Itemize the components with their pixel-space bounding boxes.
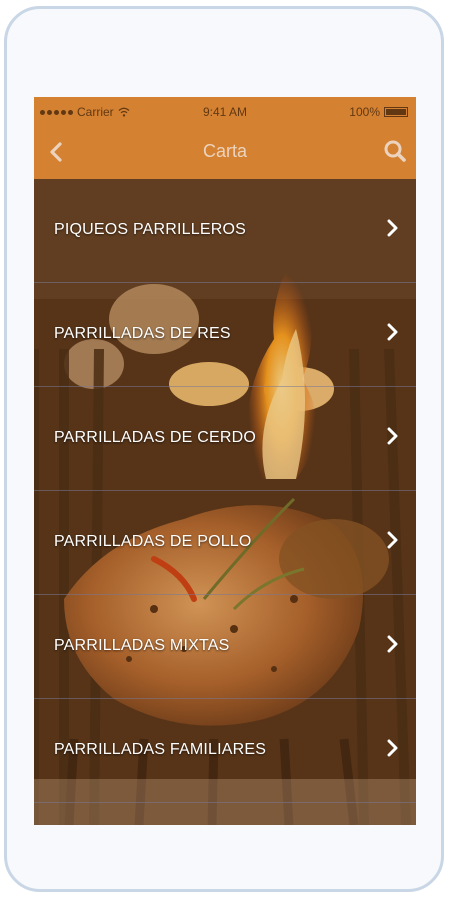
app-screen: Carrier 9:41 AM 100% Carta PIQUEOS PARRI… bbox=[34, 97, 416, 825]
menu-item-parrilladas-familiares[interactable]: PARRILLADAS FAMILIARES bbox=[34, 699, 416, 803]
menu-item-label: PIQUEOS PARRILLEROS bbox=[54, 221, 247, 238]
menu-item-parrilladas-de-cerdo[interactable]: PARRILLADAS DE CERDO bbox=[34, 387, 416, 491]
chevron-right-icon bbox=[387, 427, 398, 445]
chevron-right-icon bbox=[387, 635, 398, 653]
menu-item-parrilladas-mixtas[interactable]: PARRILLADAS MIXTAS bbox=[34, 595, 416, 699]
menu-item-label: PARRILLADAS DE CERDO bbox=[54, 429, 256, 446]
menu-item-label: PARRILLADAS DE RES bbox=[54, 325, 231, 342]
chevron-right-icon bbox=[387, 323, 398, 341]
menu-item-parrilladas-de-res[interactable]: PARRILLADAS DE RES bbox=[34, 283, 416, 387]
chevron-right-icon bbox=[387, 219, 398, 237]
chevron-right-icon bbox=[387, 739, 398, 757]
menu-list: PIQUEOS PARRILLEROS PARRILLADAS DE RES P… bbox=[34, 179, 416, 825]
menu-item-label: PARRILLADAS DE POLLO bbox=[54, 533, 252, 550]
chevron-right-icon bbox=[387, 531, 398, 549]
menu-item-label: PARRILLADAS MIXTAS bbox=[54, 637, 230, 654]
menu-item-piqueos-parrilleros[interactable]: PIQUEOS PARRILLEROS bbox=[34, 179, 416, 283]
menu-item-parrilladas-de-pollo[interactable]: PARRILLADAS DE POLLO bbox=[34, 491, 416, 595]
menu-item-label: PARRILLADAS FAMILIARES bbox=[54, 741, 267, 758]
